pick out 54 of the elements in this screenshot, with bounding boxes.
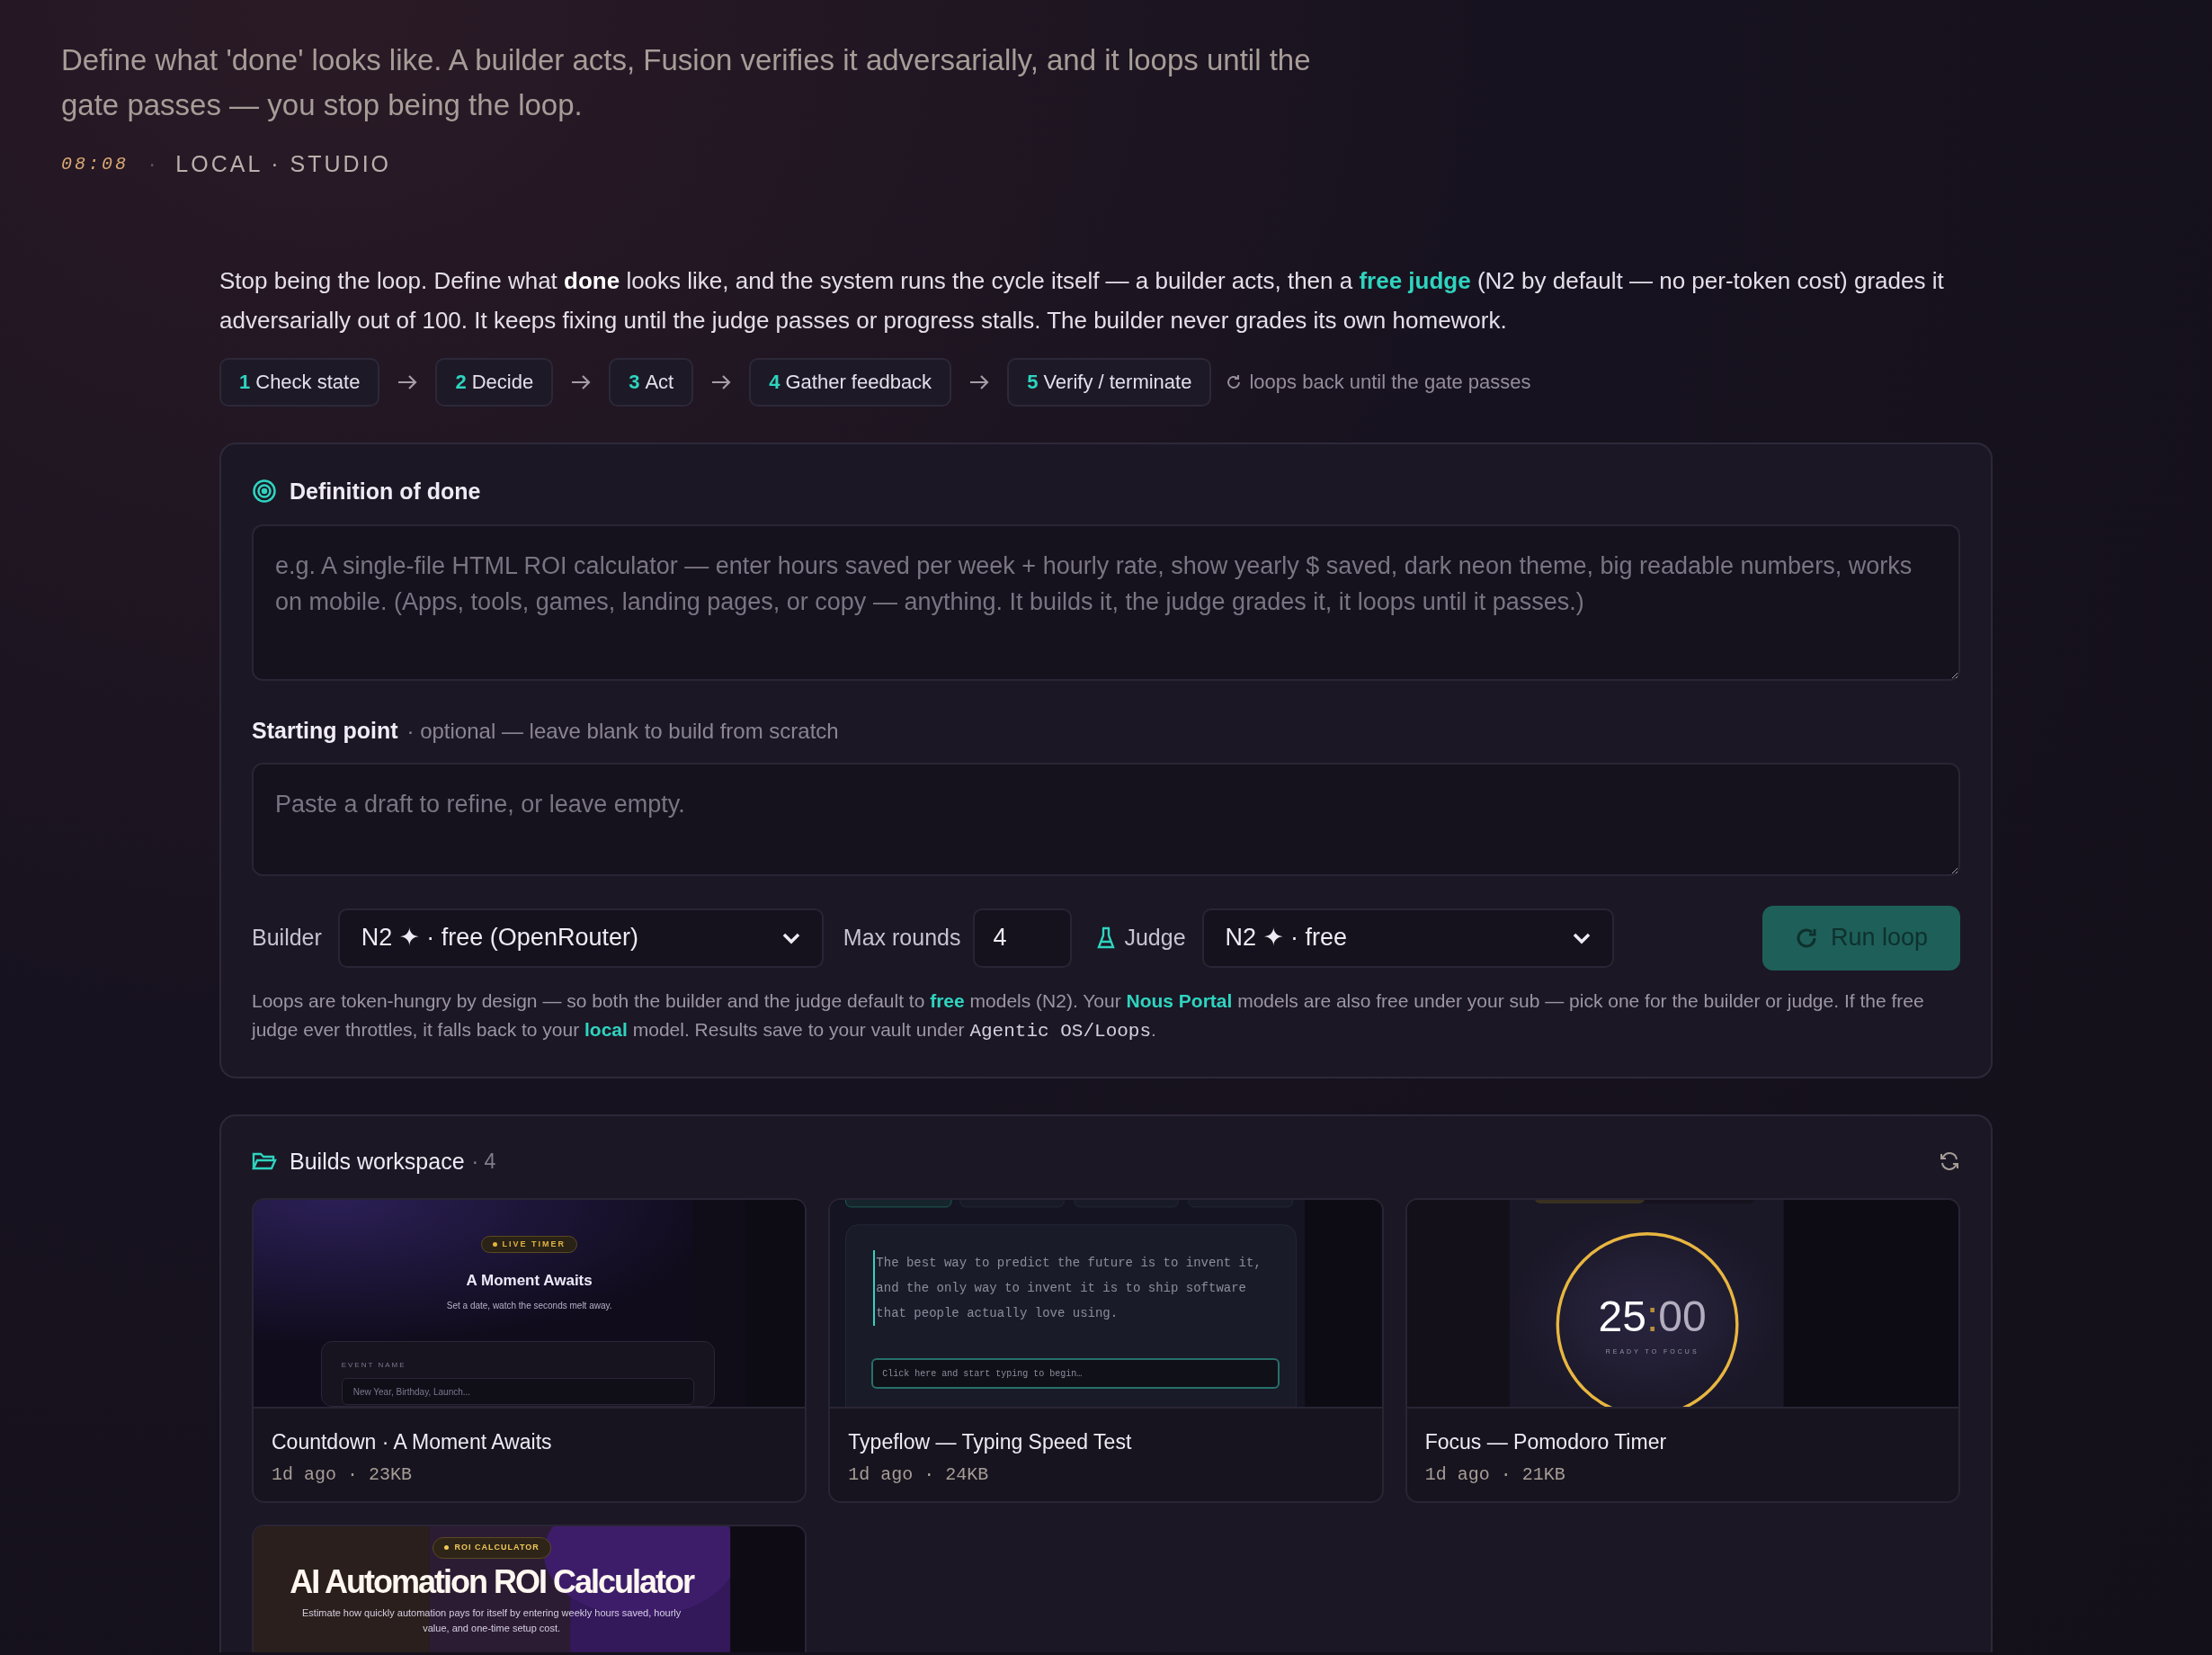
arrow-right-icon: [711, 373, 732, 390]
section-title: Definition of done: [290, 477, 481, 505]
step-chip: 2 Decide: [435, 357, 554, 407]
definition-field[interactable]: e.g. A single-file HTML ROI calculator — enter hours saved per week + hourly rate, show yearly $ saved, dark neon theme, big readable numbers, works on mobile. (Apps, tools, games, landing pages, or copy — anything. It builds it, the judge grades it, it loops until it passes.): [252, 524, 1960, 681]
chevron-down-icon: [781, 931, 800, 944]
build-meta: 1d ago · 21KB: [1424, 1463, 1566, 1487]
step-chip: 5 Verify / terminate: [1007, 357, 1212, 407]
preview-heading: A Moment Awaits: [466, 1270, 593, 1291]
judge-select[interactable]: N2 ✦ · free: [1201, 908, 1614, 968]
refresh-icon[interactable]: [1939, 1150, 1960, 1173]
build-card[interactable]: ROI CALCULATOR AI Automation ROI Calculator Estimate how quickly automation pays for itself by entering weekly hours saved, hourly value, and one-time setup cost.: [252, 1524, 807, 1652]
arrow-right-icon: [397, 373, 418, 390]
chevron-down-icon: [1572, 931, 1591, 944]
flask-icon: [1097, 926, 1116, 950]
clock-time: 08:08: [61, 152, 129, 176]
max-rounds-label: Max rounds: [843, 923, 961, 952]
section-title: Builds workspace: [290, 1147, 465, 1176]
build-meta: 1d ago · 24KB: [848, 1463, 990, 1487]
field-label: Starting point: [252, 717, 398, 745]
loop-note: loops back until the gate passes: [1249, 370, 1531, 395]
build-card[interactable]: LIVE TIMER A Moment Awaits Set a date, watch the seconds melt away. EVENT NAME New Year, Birthday, Launch... Countdown · A Moment Awaits 1d ago · 23KB: [252, 1198, 807, 1503]
builder-label: Builder: [252, 923, 322, 952]
preview-subheading: Estimate how quickly automation pays for itself by entering weekly hours saved, hourly value, and one-time setup cost.: [301, 1606, 682, 1635]
build-meta: 1d ago · 23KB: [272, 1463, 414, 1487]
judge-label: Judge: [1124, 923, 1186, 952]
step-chip: 4 Gather feedback: [749, 357, 952, 407]
preview-timer: 25:00: [1598, 1294, 1707, 1338]
intro-paragraph: Stop being the loop. Define what done looks like, and the system runs the cycle itself — a builder acts, then a free judge (N2 by default — no per-token cost) grades it adversarially out of 100. It keeps fixing until the judge passes or progress stalls. The builder never grades its own homework.: [219, 265, 1945, 335]
build-title: Typeflow — Typing Speed Test: [848, 1429, 1133, 1455]
build-title: Focus — Pomodoro Timer: [1424, 1429, 1668, 1455]
arrow-right-icon: [969, 373, 990, 390]
loop-icon: [1226, 373, 1243, 390]
preview-field-label: EVENT NAME: [341, 1360, 407, 1371]
preview-input: Click here and start typing to begin…: [871, 1358, 1280, 1389]
preview-input: New Year, Birthday, Launch...: [341, 1378, 694, 1405]
build-title: Countdown · A Moment Awaits: [272, 1429, 553, 1455]
build-card[interactable]: [828, 1198, 1384, 1503]
starting-point-field[interactable]: Paste a draft to refine, or leave empty.: [252, 762, 1960, 876]
step-chip: 1 Check state: [219, 357, 380, 407]
target-icon: [252, 479, 277, 505]
preview-subheading: Set a date, watch the seconds melt away.: [446, 1300, 612, 1312]
page-subtitle: Define what 'done' looks like. A builder acts, Fusion verifies it adversarially, and it loops until the gate passes — you stop being the loop.: [61, 42, 1312, 123]
arrow-right-icon: [571, 373, 592, 390]
separator-dot: ·: [148, 150, 156, 178]
preview-heading: AI Automation ROI Calculator: [290, 1561, 693, 1602]
step-chip: 3 Act: [609, 357, 694, 407]
field-hint: · optional — leave blank to build from scratch: [406, 718, 839, 745]
max-rounds-field[interactable]: 4: [973, 908, 1073, 968]
builder-select[interactable]: N2 ✦ · free (OpenRouter): [337, 908, 824, 968]
workspace-label: LOCAL · STUDIO: [175, 150, 392, 178]
build-count: · 4: [471, 1149, 496, 1175]
preview-badge: LIVE TIMER: [481, 1236, 577, 1253]
preview-passage: The best way to predict the future is to invent it, and the only way to invent it is to ship software that people actually love using.: [873, 1250, 1270, 1326]
help-text: Loops are token-hungry by design — so both the builder and the judge default to free models (N2). Your Nous Portal models are also free under your sub — pick one for the builder or judge. If the free judge ever throttles, it falls back to your local model. Results save to your vault under Agentic OS/Loops.: [252, 989, 1925, 1043]
